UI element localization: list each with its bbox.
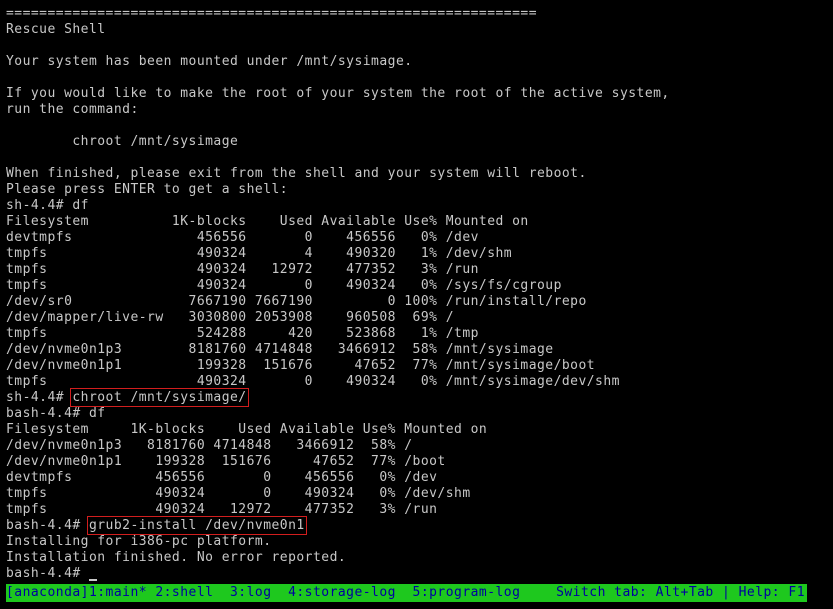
terminal-line: Installation finished. No error reported… — [6, 550, 347, 565]
terminal-line: Installing for i386-pc platform. — [6, 534, 272, 549]
tmux-status-bar: [anaconda]1:main* 2:shell 3:log 4:storag… — [6, 584, 807, 602]
terminal-line: tmpfs 490324 0 490324 0% /dev/shm — [6, 486, 471, 501]
terminal-line: devtmpfs 456556 0 456556 0% /dev — [6, 230, 479, 245]
current-prompt-line[interactable]: bash-4.4# — [6, 566, 97, 582]
chroot-command-line: sh-4.4# chroot /mnt/sysimage/ — [6, 388, 249, 407]
terminal-line: tmpfs 490324 12972 477352 3% /run — [6, 262, 479, 277]
terminal-line: devtmpfs 456556 0 456556 0% /dev — [6, 470, 438, 485]
terminal-line: tmpfs 524288 420 523868 1% /tmp — [6, 326, 479, 341]
terminal-line: /dev/sr0 7667190 7667190 0 100% /run/ins… — [6, 294, 587, 309]
grub-command-highlight: grub2-install /dev/nvme0n1 — [86, 516, 307, 535]
terminal-line: /dev/nvme0n1p3 8181760 4714848 3466912 5… — [6, 438, 413, 453]
terminal-line: If you would like to make the root of yo… — [6, 86, 670, 101]
terminal-line: Filesystem 1K-blocks Used Available Use%… — [6, 422, 488, 437]
chroot-command-highlight: chroot /mnt/sysimage/ — [70, 388, 249, 407]
terminal-line: /dev/nvme0n1p1 199328 151676 47652 77% /… — [6, 454, 446, 469]
text-cursor — [88, 579, 97, 581]
terminal-line: Your system has been mounted under /mnt/… — [6, 54, 413, 69]
terminal-line: Please press ENTER to get a shell: — [6, 182, 289, 197]
tmux-help-hint: Switch tab: Alt+Tab | Help: F1 — [556, 585, 805, 600]
terminal-line: Rescue Shell — [6, 22, 106, 37]
terminal-line: tmpfs 490324 0 490324 0% /mnt/sysimage/d… — [6, 374, 620, 389]
terminal-line: tmpfs 490324 12972 477352 3% /run — [6, 502, 438, 517]
shell-prompt: sh-4.4# — [6, 390, 73, 405]
terminal-line: tmpfs 490324 4 490320 1% /dev/shm — [6, 246, 513, 261]
terminal-line: /dev/nvme0n1p3 8181760 4714848 3466912 5… — [6, 342, 554, 357]
terminal-line: /dev/nvme0n1p1 199328 151676 47652 77% /… — [6, 358, 596, 373]
terminal-line: run the command: — [6, 102, 139, 117]
tmux-window-list[interactable]: [anaconda]1:main* 2:shell 3:log 4:storag… — [6, 585, 520, 601]
terminal-screen[interactable]: ========================================… — [6, 3, 829, 603]
terminal-line: When finished, please exit from the shel… — [6, 166, 587, 181]
shell-prompt: bash-4.4# — [6, 518, 89, 533]
terminal-line: Filesystem 1K-blocks Used Available Use%… — [6, 214, 529, 229]
terminal-line: sh-4.4# df — [6, 198, 89, 213]
terminal-line: bash-4.4# df — [6, 406, 106, 421]
terminal-line: chroot /mnt/sysimage — [6, 134, 239, 149]
grub-command-line: bash-4.4# grub2-install /dev/nvme0n1 — [6, 516, 307, 535]
terminal-line: /dev/mapper/live-rw 3030800 2053908 9605… — [6, 310, 455, 325]
shell-prompt: bash-4.4# — [6, 566, 89, 581]
terminal-line: ========================================… — [6, 6, 537, 21]
terminal-line: tmpfs 490324 0 490324 0% /sys/fs/cgroup — [6, 278, 562, 293]
